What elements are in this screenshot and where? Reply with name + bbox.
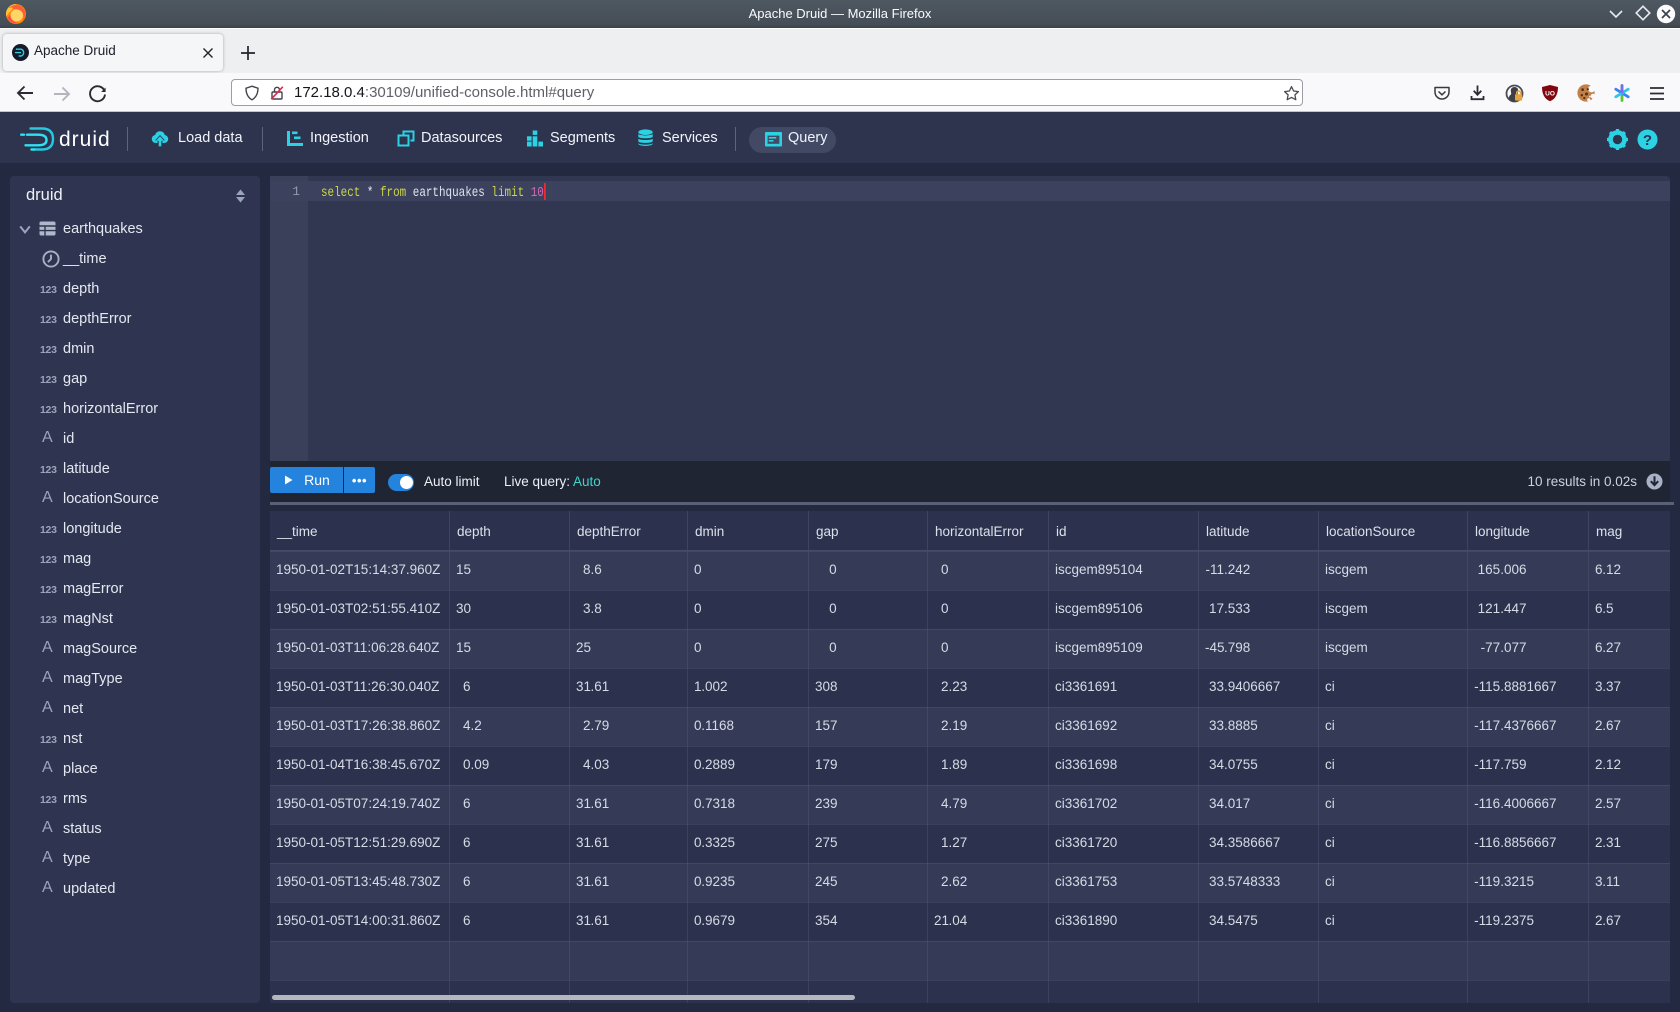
- svg-text:?: ?: [1643, 132, 1652, 149]
- svg-text:UO: UO: [1545, 91, 1555, 98]
